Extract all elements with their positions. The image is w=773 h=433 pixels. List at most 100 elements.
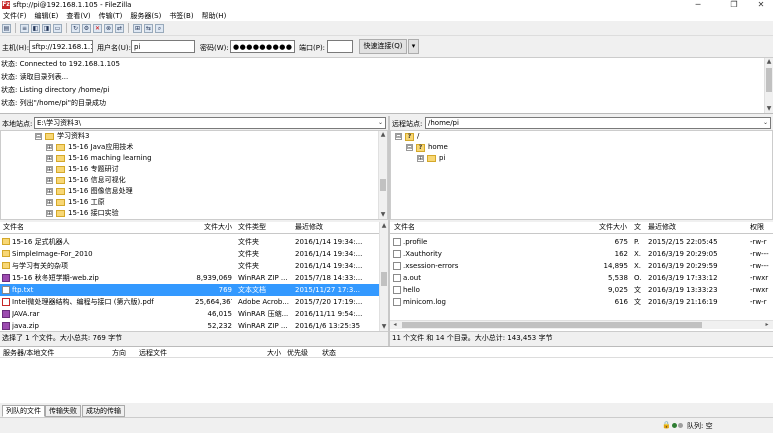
tree-node[interactable]: ⊞ 15-16 专题研讨 (46, 164, 119, 175)
local-tree-scrollbar[interactable]: ▲ ▼ (378, 131, 387, 219)
reconnect-icon[interactable]: ⇄ (115, 23, 124, 33)
queue-col-status[interactable]: 状态 (322, 348, 336, 358)
column-header-type[interactable]: 文件类型 (238, 222, 266, 233)
local-list-scrollbar[interactable]: ▲ ▼ (379, 222, 388, 331)
local-path-input[interactable]: E:\学习资料3\ ⌄ (34, 117, 386, 129)
expand-icon[interactable]: ⊞ (46, 166, 53, 173)
file-row[interactable]: .xsession-errors 14,895 X. 2016/3/19 20:… (390, 260, 773, 272)
port-input[interactable] (327, 40, 353, 53)
menu-server[interactable]: 服务器(S) (130, 11, 161, 21)
sync-browsing-icon[interactable]: ⇆ (144, 23, 153, 33)
expand-icon[interactable]: ⊞ (46, 177, 53, 184)
file-row[interactable]: a.out 5,538 O. 2016/3/19 17:33:12 -rwxr (390, 272, 773, 284)
remote-path-input[interactable]: /home/pi ⌄ (425, 117, 771, 129)
file-row[interactable]: hello 9,025 文 2016/3/19 13:33:23 -rwxr (390, 284, 773, 296)
collapse-icon[interactable]: ⊟ (406, 144, 413, 151)
toggle-remote-tree-icon[interactable]: ◨ (42, 23, 51, 33)
toggle-local-tree-icon[interactable]: ◧ (31, 23, 40, 33)
username-input[interactable]: pi (131, 40, 195, 53)
toggle-queue-icon[interactable]: ▭ (53, 23, 62, 33)
column-header-size[interactable]: 文件大小 (204, 222, 232, 233)
queue-col-local[interactable]: 服务器/本地文件 (3, 348, 54, 358)
pane-divider[interactable] (388, 116, 390, 346)
tree-node[interactable]: ⊟? home (406, 142, 448, 153)
menu-file[interactable]: 文件(F) (3, 11, 27, 21)
queue-col-direction[interactable]: 方向 (112, 348, 126, 358)
tree-node[interactable]: ⊟? / (395, 131, 419, 142)
scroll-down-icon[interactable]: ▼ (765, 105, 773, 113)
scroll-up-icon[interactable]: ▲ (765, 58, 773, 66)
column-header-size[interactable]: 文件大小 (599, 222, 627, 233)
tab-successful-transfers[interactable]: 成功的传输 (82, 405, 125, 417)
menu-edit[interactable]: 编辑(E) (35, 11, 59, 21)
minimize-button[interactable]: ─ (686, 0, 710, 11)
menu-transfer[interactable]: 传输(T) (99, 11, 123, 21)
process-queue-icon[interactable]: ⚙ (82, 23, 91, 33)
toggle-log-icon[interactable]: ≡ (20, 23, 29, 33)
column-header-permissions[interactable]: 权限 (750, 222, 764, 233)
file-row[interactable]: Intel微处理器结构、编程与接口 (第六版).pdf 25,664,367 A… (0, 296, 379, 308)
tree-node[interactable]: ⊞ 15-16 接口实验 (46, 208, 119, 219)
quickconnect-button[interactable]: 快速连接(Q) (359, 39, 407, 54)
scroll-up-icon[interactable]: ▲ (379, 131, 387, 139)
maximize-button[interactable]: ❐ (722, 0, 746, 11)
menu-help[interactable]: 帮助(H) (202, 11, 227, 21)
column-header-type[interactable]: 文 (634, 222, 641, 233)
column-header-name[interactable]: 文件名 (3, 222, 24, 233)
tree-node[interactable]: ⊞ 15-16 maching learning (46, 153, 152, 164)
expand-icon[interactable]: ⊞ (46, 210, 53, 217)
log-scrollbar[interactable]: ▲ ▼ (764, 58, 773, 113)
host-input[interactable]: sftp://192.168.1.10 (29, 40, 93, 53)
scroll-thumb[interactable] (381, 272, 387, 286)
tree-node[interactable]: ⊞ 15-16 工原 (46, 197, 105, 208)
scroll-thumb[interactable] (766, 68, 772, 92)
scroll-up-icon[interactable]: ▲ (380, 222, 388, 230)
file-row[interactable]: 与学习有关的杂项 文件夹 2016/1/14 19:34:... (0, 260, 379, 272)
chevron-down-icon[interactable]: ⌄ (763, 118, 768, 127)
file-row[interactable]: minicom.log 616 文 2016/3/19 21:16:19 -rw… (390, 296, 773, 308)
file-row[interactable]: SimpleImage-For_2010 文件夹 2016/1/14 19:34… (0, 248, 379, 260)
tree-node[interactable]: ⊞ 15-16 信息可视化 (46, 175, 126, 186)
file-row-selected[interactable]: ftp.txt 769 文本文档 2015/11/27 17:3... (0, 284, 379, 296)
expand-icon[interactable]: ⊞ (46, 188, 53, 195)
queue-col-priority[interactable]: 优先级 (287, 348, 308, 358)
search-files-icon[interactable]: ⌕ (155, 23, 164, 33)
tab-queued-files[interactable]: 列队的文件 (2, 405, 45, 417)
disconnect-icon[interactable]: ⊗ (104, 23, 113, 33)
expand-icon[interactable]: ⊞ (46, 144, 53, 151)
cancel-icon[interactable]: ✕ (93, 23, 102, 33)
tree-node[interactable]: ⊟ 学习资料3 (35, 131, 89, 142)
tree-node[interactable]: ⊞ pi (417, 153, 445, 164)
quickconnect-dropdown-button[interactable]: ▾ (408, 39, 419, 54)
password-input[interactable]: ●●●●●●●●● (230, 40, 295, 53)
collapse-icon[interactable]: ⊟ (395, 133, 402, 140)
scroll-left-icon[interactable]: ◂ (391, 321, 399, 329)
column-header-modified[interactable]: 最近修改 (648, 222, 676, 233)
menu-bookmarks[interactable]: 书签(B) (169, 11, 193, 21)
file-row[interactable]: 15-16 足式机器人 文件夹 2016/1/14 19:34:... (0, 236, 379, 248)
expand-icon[interactable]: ⊞ (46, 155, 53, 162)
file-row[interactable]: 15-16 秋冬短学期-web.zip 8,939,069 WinRAR ZIP… (0, 272, 379, 284)
tab-failed-transfers[interactable]: 传输失败 (45, 405, 81, 417)
collapse-icon[interactable]: ⊟ (35, 133, 42, 140)
file-row[interactable]: java.zip 52,232 WinRAR ZIP ... 2016/1/6 … (0, 320, 379, 331)
file-row[interactable]: JAVA.rar 46,015 WinRAR 压缩... 2016/11/11 … (0, 308, 379, 320)
directory-compare-icon[interactable]: ⊞ (133, 23, 142, 33)
refresh-icon[interactable]: ↻ (71, 23, 80, 33)
close-button[interactable]: ✕ (749, 0, 773, 11)
chevron-down-icon[interactable]: ⌄ (378, 118, 383, 127)
scroll-down-icon[interactable]: ▼ (379, 211, 387, 219)
file-row[interactable]: .Xauthority 162 X. 2016/3/19 20:29:05 -r… (390, 248, 773, 260)
site-manager-icon[interactable]: ▤ (2, 23, 11, 33)
scroll-down-icon[interactable]: ▼ (380, 323, 388, 331)
scroll-thumb[interactable] (402, 322, 702, 328)
tree-node[interactable]: ⊞ 15-16 Java应用技术 (46, 142, 133, 153)
scroll-right-icon[interactable]: ▸ (763, 321, 771, 329)
column-header-modified[interactable]: 最近修改 (295, 222, 323, 233)
expand-icon[interactable]: ⊞ (46, 199, 53, 206)
scroll-thumb[interactable] (380, 179, 386, 191)
expand-icon[interactable]: ⊞ (417, 155, 424, 162)
remote-list-hscrollbar[interactable]: ◂ ▸ (390, 320, 773, 329)
tree-node[interactable]: ⊞ 15-16 图像信息处理 (46, 186, 133, 197)
menu-view[interactable]: 查看(V) (66, 11, 90, 21)
